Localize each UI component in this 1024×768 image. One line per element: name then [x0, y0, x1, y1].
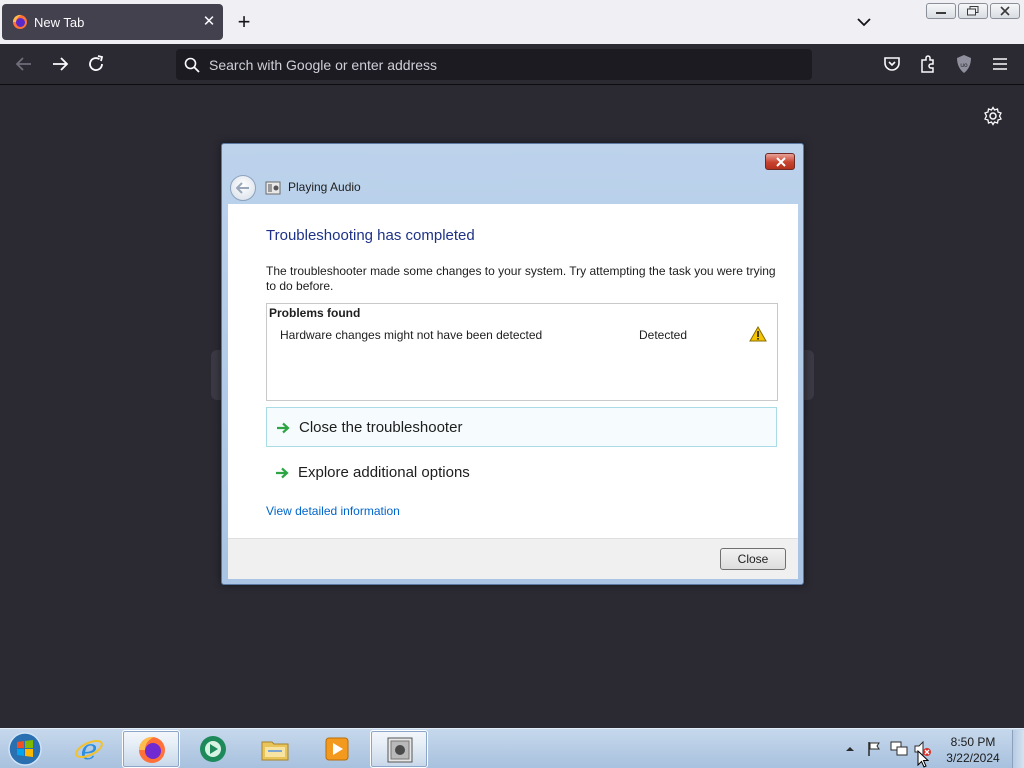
search-icon — [184, 57, 200, 73]
restore-button[interactable] — [958, 3, 988, 19]
action-center-flag-icon[interactable] — [866, 741, 882, 757]
tab-new-tab[interactable]: New Tab ✕ — [2, 4, 223, 40]
svg-text:uo: uo — [960, 62, 968, 69]
taskbar-file-explorer[interactable] — [246, 730, 304, 768]
tab-strip: New Tab ✕ + — [0, 0, 1024, 44]
warning-icon — [749, 326, 767, 342]
clock-date: 3/22/2024 — [946, 751, 1000, 765]
tab-title: New Tab — [34, 15, 85, 30]
start-button[interactable] — [5, 730, 45, 768]
clock-time: 8:50 PM — [950, 735, 996, 749]
taskbar-troubleshooter[interactable] — [370, 730, 428, 768]
firefox-icon — [12, 14, 27, 29]
extensions-icon[interactable] — [918, 54, 938, 74]
navigation-toolbar: uo — [0, 44, 1024, 85]
dialog-title: Playing Audio — [288, 180, 361, 194]
page-backdrop-edge — [804, 350, 814, 400]
dialog-content: Troubleshooting has completed The troubl… — [228, 204, 798, 539]
back-arrow-icon[interactable] — [12, 52, 36, 76]
close-button[interactable]: Close — [720, 548, 786, 570]
taskbar-media-center[interactable] — [184, 730, 242, 768]
troubleshooter-app-icon — [265, 181, 281, 195]
search-input[interactable] — [209, 49, 799, 80]
system-clock[interactable]: 8:50 PM 3/22/2024 — [940, 734, 1006, 766]
taskbar-internet-explorer[interactable]: e — [60, 730, 118, 768]
svg-text:e: e — [81, 734, 98, 764]
green-arrow-icon — [276, 467, 289, 479]
command-label: Close the troubleshooter — [299, 419, 463, 436]
show-hidden-icons-chevron-icon[interactable] — [845, 744, 855, 754]
network-icon[interactable] — [890, 741, 908, 757]
back-arrow-icon — [236, 182, 249, 194]
close-icon — [776, 157, 786, 167]
problem-status: Detected — [639, 328, 688, 342]
troubleshooter-icon — [387, 737, 413, 763]
dialog-close-button[interactable] — [765, 153, 795, 170]
hamburger-menu-icon[interactable] — [990, 54, 1010, 74]
minimize-button[interactable] — [926, 3, 956, 19]
page-backdrop-edge — [211, 350, 221, 400]
media-center-icon — [200, 736, 226, 762]
command-label: Explore additional options — [298, 464, 470, 481]
restore-icon — [967, 6, 979, 16]
view-detailed-information-link[interactable]: View detailed information — [266, 504, 400, 518]
description-text: The troubleshooter made some changes to … — [266, 264, 776, 293]
taskbar-firefox[interactable] — [122, 730, 180, 768]
reload-icon[interactable] — [84, 52, 108, 76]
mouse-cursor-icon — [917, 750, 929, 768]
green-arrow-icon — [277, 422, 290, 434]
taskbar: e 8:50 PM 3/22/2024 — [0, 728, 1024, 768]
ublock-shield-icon[interactable]: uo — [954, 54, 974, 74]
close-troubleshooter-command[interactable]: Close the troubleshooter — [266, 407, 777, 447]
tab-close-button[interactable]: ✕ — [200, 13, 218, 31]
troubleshooter-dialog: Playing Audio Troubleshooting has comple… — [221, 143, 804, 585]
tab-list-chevron-icon[interactable] — [852, 10, 876, 34]
problems-header: Problems found — [269, 306, 361, 320]
url-bar[interactable] — [176, 49, 812, 80]
explore-options-command[interactable]: Explore additional options — [266, 453, 777, 493]
new-tab-button[interactable]: + — [232, 10, 256, 34]
taskbar-media-player[interactable] — [308, 730, 366, 768]
pocket-icon[interactable] — [882, 54, 902, 74]
show-desktop-button[interactable] — [1012, 730, 1024, 768]
minimize-icon — [936, 12, 946, 14]
problem-name: Hardware changes might not have been det… — [280, 328, 543, 342]
media-player-icon — [325, 737, 349, 761]
problems-list: Problems found Hardware changes might no… — [266, 303, 778, 401]
dialog-back-button[interactable] — [230, 175, 256, 201]
window-close-button[interactable] — [990, 3, 1020, 19]
file-explorer-icon — [261, 741, 289, 761]
page-title: Troubleshooting has completed — [266, 227, 475, 244]
internet-explorer-icon: e — [75, 734, 103, 764]
dialog-footer: Close — [228, 538, 798, 579]
close-icon — [1000, 6, 1010, 16]
forward-arrow-icon[interactable] — [48, 52, 72, 76]
settings-gear-icon[interactable] — [983, 106, 1003, 126]
firefox-icon — [138, 736, 165, 763]
